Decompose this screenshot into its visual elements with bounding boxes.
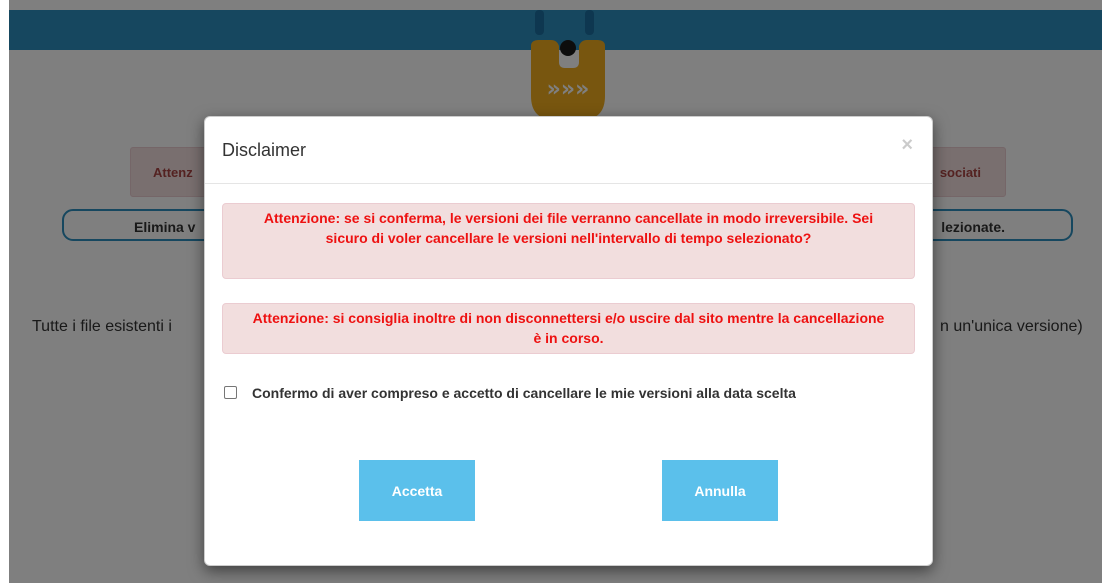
dialog-header: Disclaimer × (205, 117, 932, 184)
confirm-label[interactable]: Confermo di aver compreso e accetto di c… (252, 385, 796, 401)
confirm-checkbox[interactable] (224, 386, 237, 399)
accept-button[interactable]: Accetta (359, 460, 475, 521)
disclaimer-dialog: Disclaimer × Attenzione: se si conferma,… (204, 116, 933, 566)
dialog-title: Disclaimer (222, 140, 307, 160)
warning-alert-irreversible: Attenzione: se si conferma, le versioni … (222, 203, 915, 279)
close-icon[interactable]: × (901, 135, 913, 155)
page-edge (0, 0, 9, 583)
warning-alert-stay-online: Attenzione: si consiglia inoltre di non … (222, 303, 915, 354)
cancel-button[interactable]: Annulla (662, 460, 778, 521)
